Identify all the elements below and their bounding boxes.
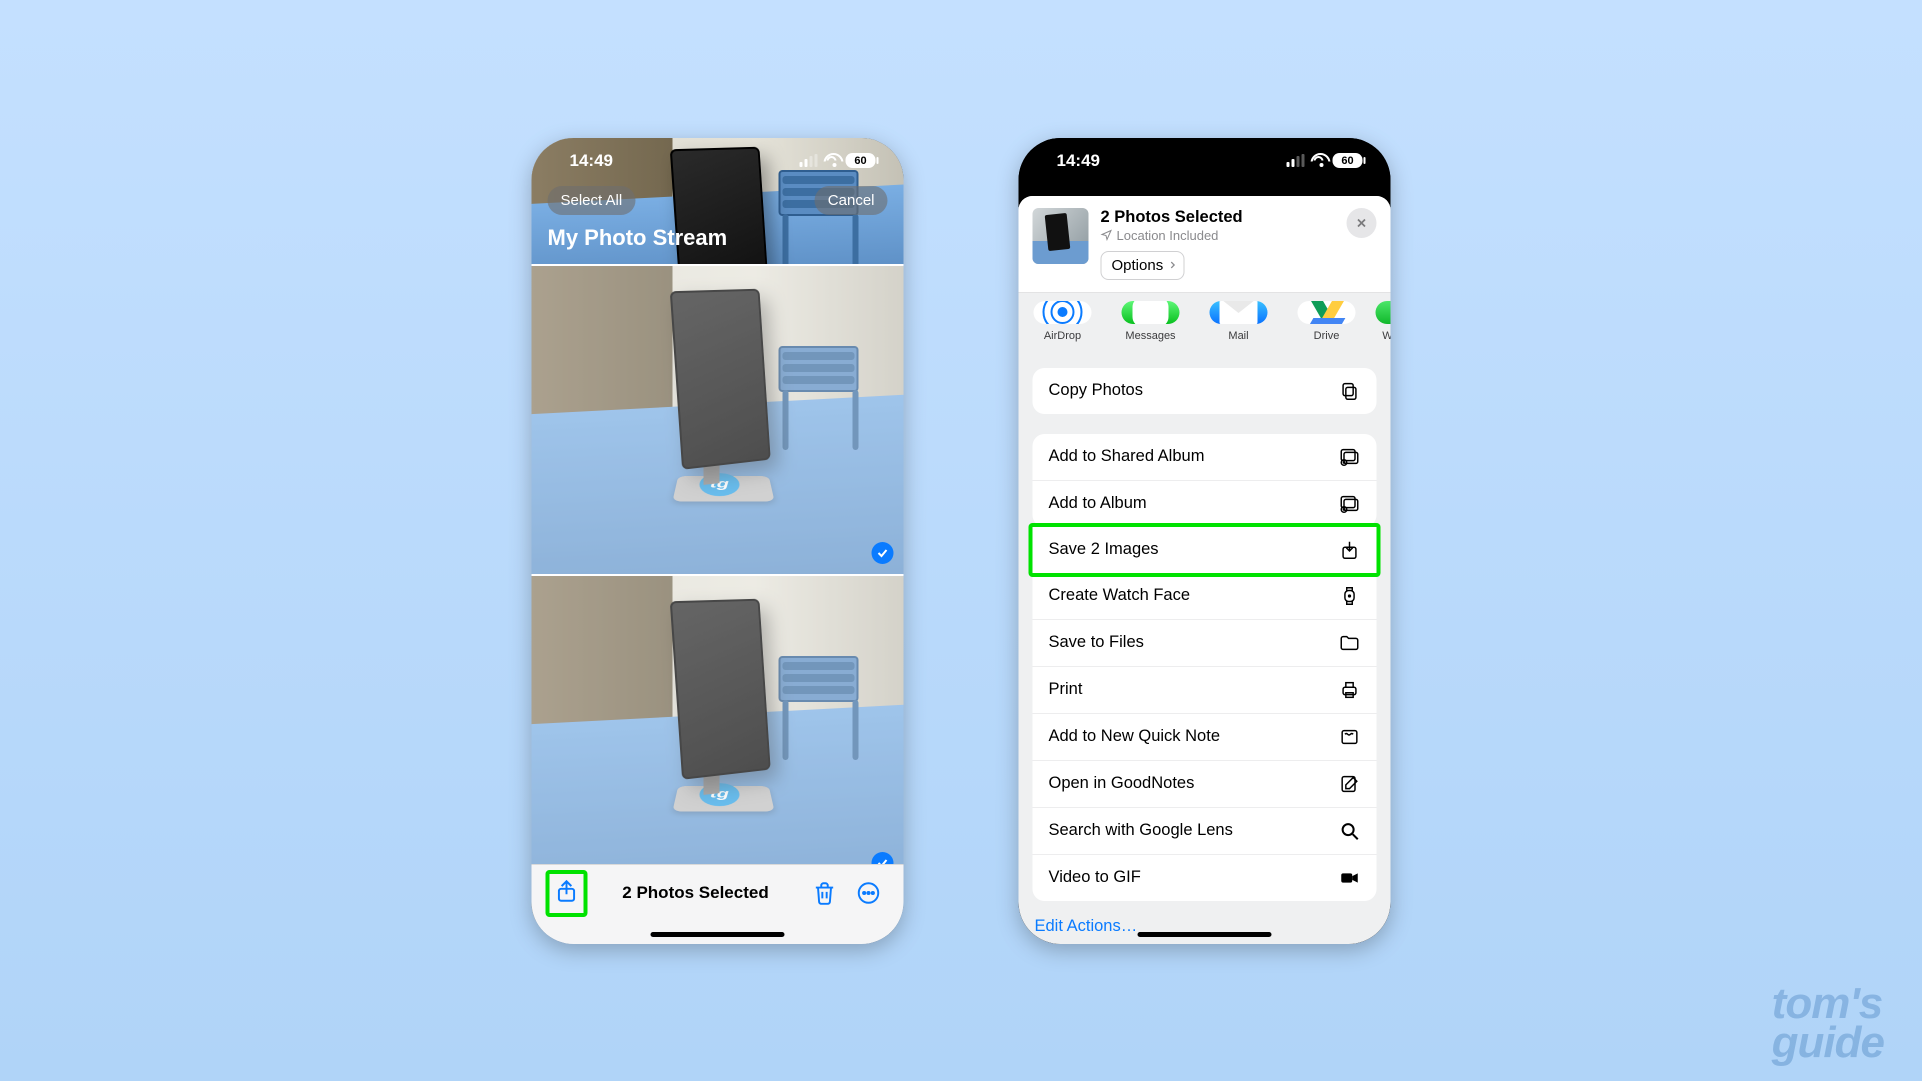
action-copy-photos[interactable]: Copy Photos — [1033, 368, 1377, 414]
cancel-button[interactable]: Cancel — [815, 186, 888, 215]
action-print[interactable]: Print — [1033, 666, 1377, 713]
action-quick-note[interactable]: Add to New Quick Note — [1033, 713, 1377, 760]
watch-icon — [1339, 585, 1361, 607]
share-target-messages[interactable]: Messages — [1107, 301, 1195, 342]
share-subtitle: Location Included — [1101, 228, 1335, 243]
airdrop-icon — [1034, 301, 1092, 324]
share-target-drive[interactable]: Drive — [1283, 301, 1371, 342]
cellular-icon — [800, 155, 818, 167]
trash-icon[interactable] — [812, 880, 838, 906]
mail-icon — [1210, 301, 1268, 324]
action-add-album[interactable]: Add to Album — [1033, 480, 1377, 527]
folder-icon — [1339, 632, 1361, 654]
messages-icon — [1122, 301, 1180, 324]
share-title: 2 Photos Selected — [1101, 208, 1335, 227]
share-target-airdrop[interactable]: AirDrop — [1019, 301, 1107, 342]
compose-icon — [1339, 773, 1361, 795]
battery-icon: 60 — [846, 153, 876, 168]
status-time: 14:49 — [570, 151, 613, 171]
close-button[interactable] — [1347, 208, 1377, 238]
share-icon[interactable] — [554, 878, 580, 904]
album-title: My Photo Stream — [548, 225, 888, 251]
status-bar: 14:49 60 — [532, 138, 904, 184]
wifi-icon — [1311, 155, 1327, 167]
shared-album-icon — [1339, 446, 1361, 468]
battery-icon: 60 — [1333, 153, 1363, 168]
copy-icon — [1339, 380, 1361, 402]
share-sheet-screen: 14:49 60 2 Photos Selected Location Incl… — [1019, 138, 1391, 944]
watermark: tom's guide — [1772, 984, 1884, 1063]
share-header: 2 Photos Selected Location Included Opti… — [1019, 196, 1391, 293]
action-video-gif[interactable]: Video to GIF — [1033, 854, 1377, 901]
action-group-2: Add to Shared Album Add to Album Save 2 … — [1033, 434, 1377, 936]
action-save-images[interactable]: Save 2 Images — [1033, 527, 1377, 573]
wifi-icon — [824, 155, 840, 167]
note-icon — [1339, 726, 1361, 748]
highlight-save-images: Save 2 Images — [1029, 523, 1381, 577]
whatsapp-icon — [1376, 301, 1391, 324]
actions-list[interactable]: Copy Photos Add to Shared Album Add to A… — [1019, 352, 1391, 944]
options-button[interactable]: Options — [1101, 251, 1185, 280]
action-save-files[interactable]: Save to Files — [1033, 619, 1377, 666]
status-bar: 14:49 60 — [1019, 138, 1391, 184]
share-target-whatsapp[interactable]: Wh — [1371, 301, 1391, 342]
download-icon — [1339, 539, 1361, 561]
location-icon — [1101, 229, 1113, 241]
action-add-shared-album[interactable]: Add to Shared Album — [1033, 434, 1377, 480]
action-group-1: Copy Photos — [1033, 368, 1377, 414]
printer-icon — [1339, 679, 1361, 701]
chevron-right-icon — [1167, 260, 1177, 270]
video-icon — [1339, 867, 1361, 889]
album-icon — [1339, 493, 1361, 515]
cellular-icon — [1287, 155, 1305, 167]
search-icon — [1339, 820, 1361, 842]
selected-check-icon — [872, 542, 894, 564]
more-icon[interactable] — [856, 880, 882, 906]
action-goodnotes[interactable]: Open in GoodNotes — [1033, 760, 1377, 807]
drive-icon — [1298, 301, 1356, 324]
photo-item-2[interactable]: tg — [532, 264, 904, 574]
status-time: 14:49 — [1057, 151, 1100, 171]
action-google-lens[interactable]: Search with Google Lens — [1033, 807, 1377, 854]
photos-selection-screen: tg tg tg — [532, 138, 904, 944]
toolbar-title: 2 Photos Selected — [580, 883, 812, 903]
home-indicator[interactable] — [1138, 932, 1272, 937]
home-indicator[interactable] — [651, 932, 785, 937]
share-targets-row[interactable]: AirDrop Messages Mail Drive Wh — [1019, 293, 1391, 352]
close-icon — [1355, 216, 1369, 230]
select-all-button[interactable]: Select All — [548, 186, 636, 215]
action-watch-face[interactable]: Create Watch Face — [1033, 573, 1377, 619]
share-target-mail[interactable]: Mail — [1195, 301, 1283, 342]
photo-item-3[interactable]: tg — [532, 574, 904, 884]
share-thumbnail — [1033, 208, 1089, 264]
